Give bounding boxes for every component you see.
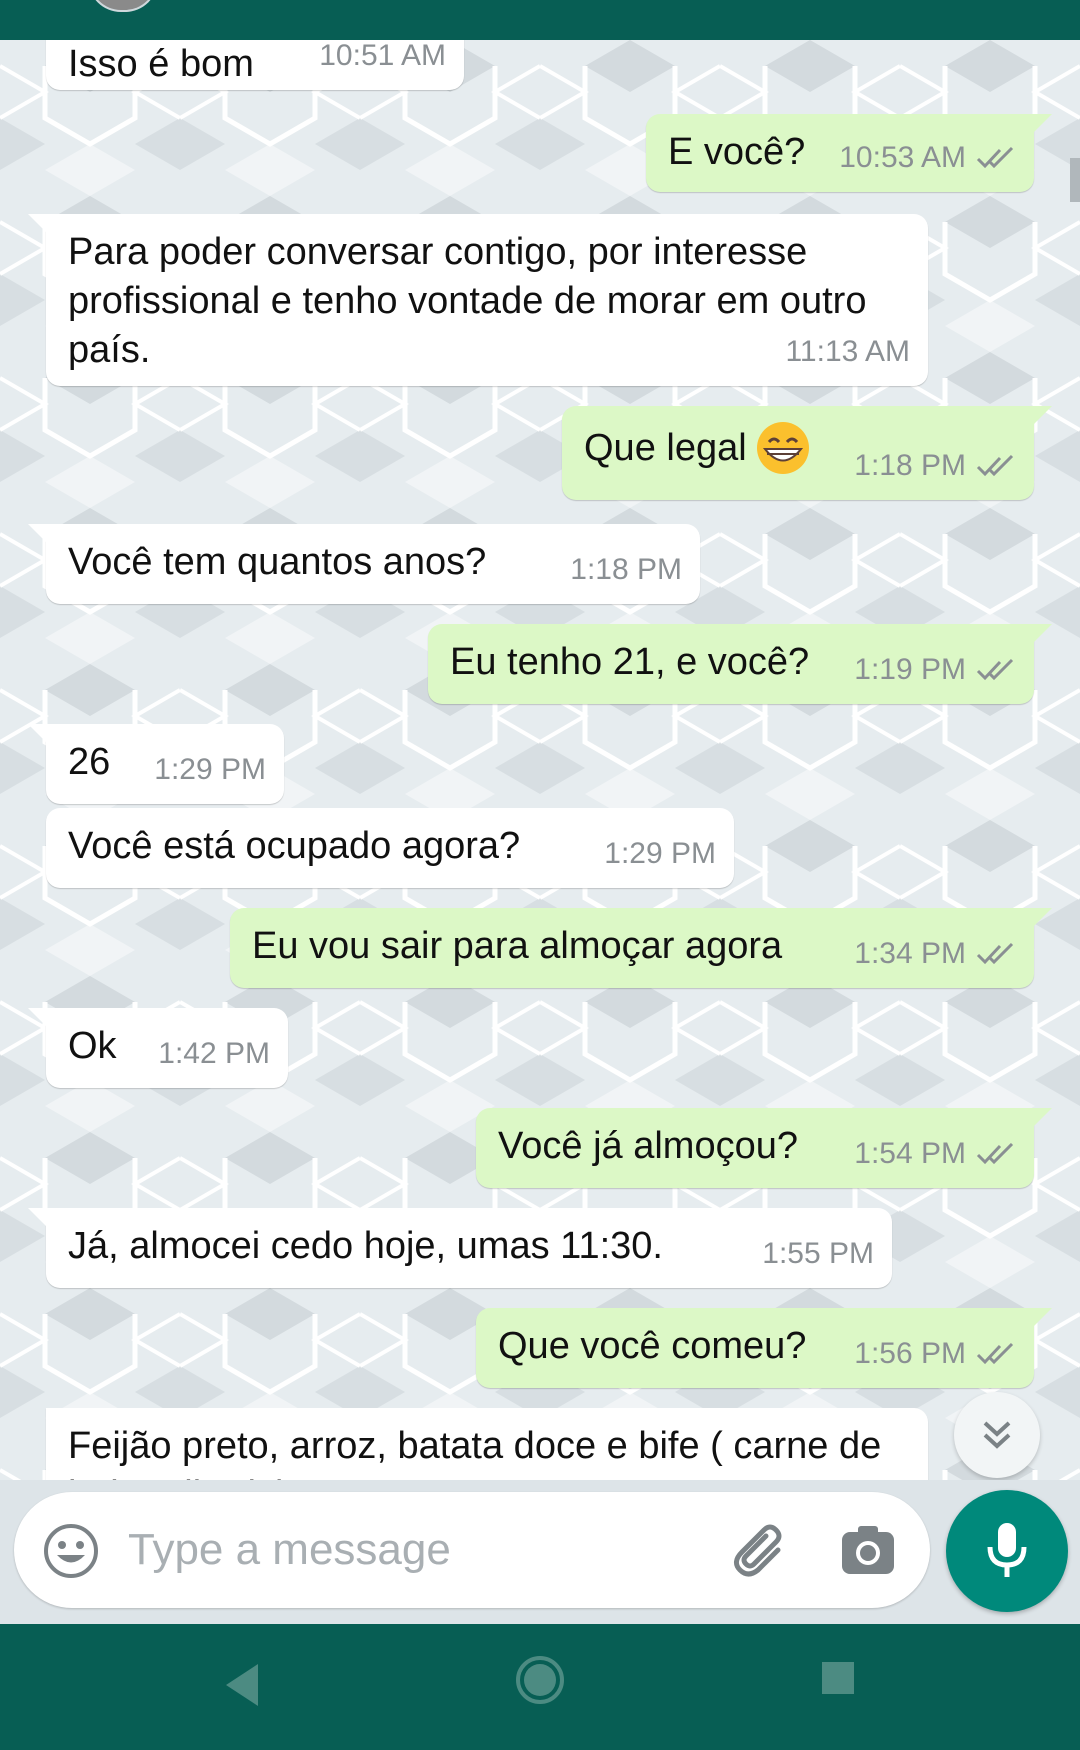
message-text: Feijão preto, arroz, batata doce e bife … — [68, 1425, 882, 1480]
microphone-button[interactable] — [946, 1490, 1068, 1612]
message-timestamp: 11:13 AM — [785, 335, 910, 368]
smiley-icon[interactable] — [42, 1522, 100, 1580]
message-text: Eu vou sair para almoçar agora — [252, 925, 783, 967]
message-text: 26 — [68, 741, 111, 783]
message-text: Você tem quantos anos? — [68, 541, 487, 583]
scroll-down-button[interactable] — [954, 1392, 1040, 1478]
message-meta: 1:42 PM — [158, 1029, 270, 1078]
message-meta: 1:55 PM — [762, 1229, 874, 1278]
message-timestamp: 1:18 PM — [854, 449, 966, 482]
home-circle-icon[interactable] — [514, 1654, 566, 1706]
system-navigation-bar — [0, 1624, 1080, 1750]
double-check-icon — [976, 1142, 1014, 1164]
chat-area: Isso é bom 10:51 AM E você? 10:53 AM Para po… — [0, 40, 1080, 1480]
grinning-face-emoji — [756, 422, 809, 474]
message-meta: 1:18 PM — [854, 441, 1016, 490]
message-input[interactable]: Type a message — [128, 1520, 451, 1580]
incoming-message-bubble[interactable]: Ok 1:42 PM — [28, 1008, 288, 1088]
double-chevron-down-icon — [983, 1421, 1011, 1449]
double-check-icon — [976, 658, 1014, 680]
message-text: E você? — [668, 131, 806, 173]
message-timestamp: 1:55 PM — [762, 1237, 874, 1270]
message-timestamp: 1:54 PM — [854, 1137, 966, 1170]
message-meta: 1:29 PM — [604, 829, 716, 878]
message-text: Isso é bom — [68, 43, 254, 85]
outgoing-message-bubble[interactable]: Que você comeu? 1:56 PM — [476, 1308, 1052, 1388]
message-meta: 1:18 PM — [570, 545, 682, 594]
message-timestamp: 1:42 PM — [158, 1037, 270, 1070]
incoming-message-bubble[interactable]: Você tem quantos anos? 1:18 PM — [28, 524, 700, 604]
message-timestamp: 1:18 PM — [570, 553, 682, 586]
back-triangle-icon[interactable] — [222, 1660, 262, 1710]
message-meta: 10:51 AM — [319, 40, 446, 80]
message-timestamp: 10:51 AM — [319, 40, 446, 72]
message-text: Eu tenho 21, e você? — [450, 641, 810, 683]
outgoing-message-bubble[interactable]: Você já almoçou? 1:54 PM — [476, 1108, 1052, 1188]
message-text: Você já almoçou? — [498, 1125, 798, 1167]
incoming-message-bubble[interactable]: Você está ocupado agora? 1:29 PM — [46, 808, 734, 888]
message-timestamp: 1:34 PM — [854, 937, 966, 970]
message-meta: 1:56 PM — [854, 1329, 1016, 1378]
message-timestamp: 1:29 PM — [604, 837, 716, 870]
message-text: Já, almocei cedo hoje, umas 11:30. — [68, 1225, 663, 1267]
message-meta: 1:34 PM — [854, 929, 1016, 978]
message-text: Você está ocupado agora? — [68, 825, 521, 867]
incoming-message-bubble[interactable]: Feijão preto, arroz, batata doce e bife … — [46, 1408, 928, 1480]
message-text: Que você comeu? — [498, 1325, 807, 1367]
message-meta: 1:54 PM — [854, 1129, 1016, 1178]
message-composer: Type a message — [14, 1492, 930, 1608]
incoming-message-bubble[interactable]: Isso é bom 10:51 AM — [46, 40, 464, 90]
outgoing-message-bubble[interactable]: E você? 10:53 AM — [646, 114, 1052, 192]
double-check-icon — [976, 1342, 1014, 1364]
outgoing-message-bubble[interactable]: Que legal 1:18 PM — [562, 406, 1052, 500]
outgoing-message-bubble[interactable]: Eu vou sair para almoçar agora 1:34 PM — [230, 908, 1052, 988]
message-meta: 10:53 AM — [839, 133, 1016, 182]
outgoing-message-bubble[interactable]: Eu tenho 21, e você? 1:19 PM — [428, 624, 1052, 704]
contact-avatar[interactable] — [88, 0, 158, 12]
message-meta: 11:13 AM — [785, 327, 910, 376]
paperclip-icon[interactable] — [726, 1520, 790, 1580]
double-check-icon — [976, 942, 1014, 964]
message-text: Ok — [68, 1025, 117, 1067]
message-meta: 1:19 PM — [854, 645, 1016, 694]
recents-square-icon[interactable] — [820, 1660, 856, 1696]
incoming-message-bubble[interactable]: Já, almocei cedo hoje, umas 11:30. 1:55 P… — [28, 1208, 892, 1288]
double-check-icon — [976, 146, 1014, 168]
chat-header — [0, 0, 1080, 40]
message-meta: 1:29 PM — [154, 745, 266, 794]
scrollbar-thumb[interactable] — [1070, 158, 1080, 202]
message-timestamp: 1:19 PM — [854, 653, 966, 686]
message-timestamp: 1:29 PM — [154, 753, 266, 786]
double-check-icon — [976, 454, 1014, 476]
microphone-icon — [987, 1523, 1027, 1577]
message-text: Que legal — [584, 426, 747, 469]
message-text: Para poder conversar contigo, por intere… — [68, 231, 867, 371]
incoming-message-bubble[interactable]: Para poder conversar contigo, por intere… — [28, 214, 928, 386]
message-timestamp: 1:56 PM — [854, 1337, 966, 1370]
incoming-message-bubble[interactable]: 26 1:29 PM — [28, 724, 284, 804]
camera-icon[interactable] — [840, 1524, 896, 1576]
message-timestamp: 10:53 AM — [839, 141, 966, 174]
